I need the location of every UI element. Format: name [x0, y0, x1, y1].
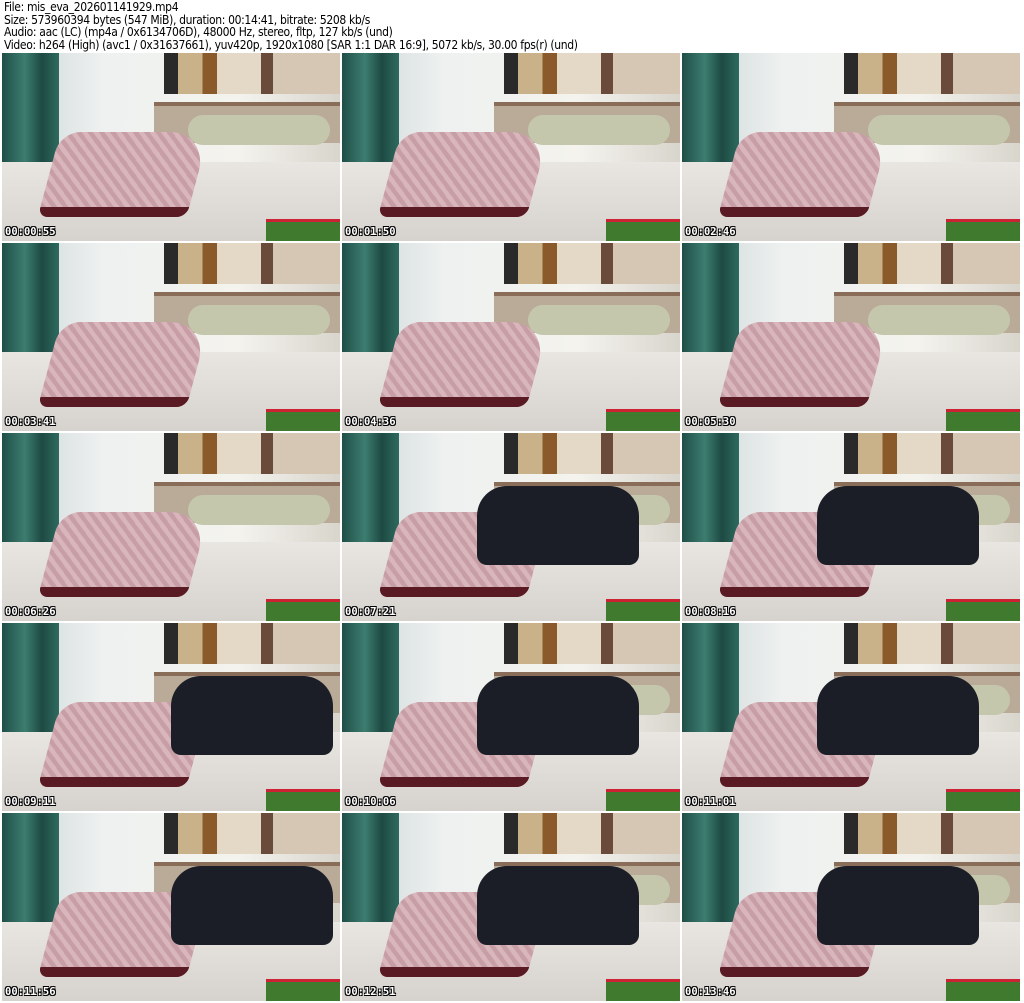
thumbnail-figure: [171, 865, 334, 945]
video-thumbnail: 00:08:16: [682, 433, 1020, 621]
timestamp-label: 00:07:21: [345, 606, 396, 618]
video-thumbnail: 00:02:46: [682, 53, 1020, 241]
thumbnail-blanket: [377, 131, 550, 218]
thumbnail-figure: [477, 865, 640, 945]
thumbnail-corner-object: [265, 979, 340, 1001]
thumbnail-artwork: [504, 53, 680, 95]
video-thumbnail: 00:11:01: [682, 623, 1020, 811]
thumbnail-artwork: [504, 813, 680, 855]
thumbnail-corner-object: [265, 219, 340, 241]
video-thumbnail: 00:11:56: [2, 813, 340, 1001]
file-name: File: mis_eva_202601141929.mp4: [4, 0, 179, 14]
timestamp-label: 00:05:30: [685, 416, 736, 428]
thumbnail-corner-object: [945, 409, 1020, 431]
thumbnail-blanket: [37, 321, 210, 408]
timestamp-label: 00:00:55: [5, 226, 56, 238]
thumbnail-pillow: [187, 305, 330, 336]
thumbnail-pillow: [867, 305, 1010, 336]
timestamp-label: 00:09:11: [5, 796, 56, 808]
thumbnail-corner-object: [605, 409, 680, 431]
thumbnail-corner-object: [265, 599, 340, 621]
thumbnail-figure: [477, 675, 640, 755]
thumbnail-corner-object: [605, 979, 680, 1001]
video-thumbnail: 00:06:26: [2, 433, 340, 621]
thumbnail-artwork: [504, 623, 680, 665]
thumbnail-figure: [171, 675, 334, 755]
timestamp-label: 00:02:46: [685, 226, 736, 238]
timestamp-label: 00:11:01: [685, 796, 736, 808]
timestamp-label: 00:12:51: [345, 986, 396, 998]
timestamp-label: 00:08:16: [685, 606, 736, 618]
video-thumbnail: 00:05:30: [682, 243, 1020, 431]
thumbnail-artwork: [164, 813, 340, 855]
thumbnail-pillow: [527, 115, 670, 146]
thumbnail-blanket: [37, 511, 210, 598]
video-thumbnail: 00:04:36: [342, 243, 680, 431]
thumbnail-figure: [477, 485, 640, 565]
thumbnail-artwork: [844, 53, 1020, 95]
thumbnail-corner-object: [265, 409, 340, 431]
video-thumbnail: 00:07:21: [342, 433, 680, 621]
thumbnail-blanket: [377, 321, 550, 408]
thumbnail-corner-object: [605, 789, 680, 811]
thumbnail-artwork: [164, 433, 340, 475]
thumbnail-pillow: [187, 495, 330, 526]
video-thumbnail: 00:13:46: [682, 813, 1020, 1001]
thumbnail-pillow: [867, 115, 1010, 146]
thumbnail-corner-object: [945, 599, 1020, 621]
video-thumbnail: 00:12:51: [342, 813, 680, 1001]
thumbnail-blanket: [37, 131, 210, 218]
timestamp-label: 00:11:56: [5, 986, 56, 998]
thumbnail-artwork: [164, 623, 340, 665]
thumbnail-artwork: [504, 433, 680, 475]
video-thumbnail: 00:01:50: [342, 53, 680, 241]
thumbnail-artwork: [844, 243, 1020, 285]
video-thumbnail: 00:10:06: [342, 623, 680, 811]
file-info-header: File: mis_eva_202601141929.mp4 Size: 573…: [4, 1, 578, 51]
thumbnail-blanket: [717, 321, 890, 408]
thumbnail-artwork: [844, 813, 1020, 855]
timestamp-label: 00:03:41: [5, 416, 56, 428]
thumbnail-artwork: [844, 623, 1020, 665]
thumbnail-pillow: [187, 115, 330, 146]
timestamp-label: 00:06:26: [5, 606, 56, 618]
thumbnail-corner-object: [945, 789, 1020, 811]
thumbnail-corner-object: [945, 979, 1020, 1001]
thumbnail-artwork: [164, 243, 340, 285]
video-thumbnail: 00:00:55: [2, 53, 340, 241]
thumbnail-grid: 00:00:55 00:01:50 00:02:46 00:03:41 00:04:36…: [2, 53, 1020, 1001]
timestamp-label: 00:10:06: [345, 796, 396, 808]
thumbnail-figure: [817, 865, 980, 945]
video-thumbnail: 00:03:41: [2, 243, 340, 431]
thumbnail-pillow: [527, 305, 670, 336]
thumbnail-artwork: [164, 53, 340, 95]
thumbnail-corner-object: [605, 599, 680, 621]
audio-info: Audio: aac (LC) (mp4a / 0x6134706D), 480…: [4, 25, 393, 39]
timestamp-label: 00:01:50: [345, 226, 396, 238]
video-info: Video: h264 (High) (avc1 / 0x31637661), …: [4, 37, 578, 52]
thumbnail-blanket: [717, 131, 890, 218]
thumbnail-figure: [817, 485, 980, 565]
thumbnail-figure: [817, 675, 980, 755]
timestamp-label: 00:04:36: [345, 416, 396, 428]
thumbnail-corner-object: [605, 219, 680, 241]
thumbnail-artwork: [504, 243, 680, 285]
thumbnail-corner-object: [265, 789, 340, 811]
video-thumbnail: 00:09:11: [2, 623, 340, 811]
thumbnail-corner-object: [945, 219, 1020, 241]
thumbnail-artwork: [844, 433, 1020, 475]
timestamp-label: 00:13:46: [685, 986, 736, 998]
